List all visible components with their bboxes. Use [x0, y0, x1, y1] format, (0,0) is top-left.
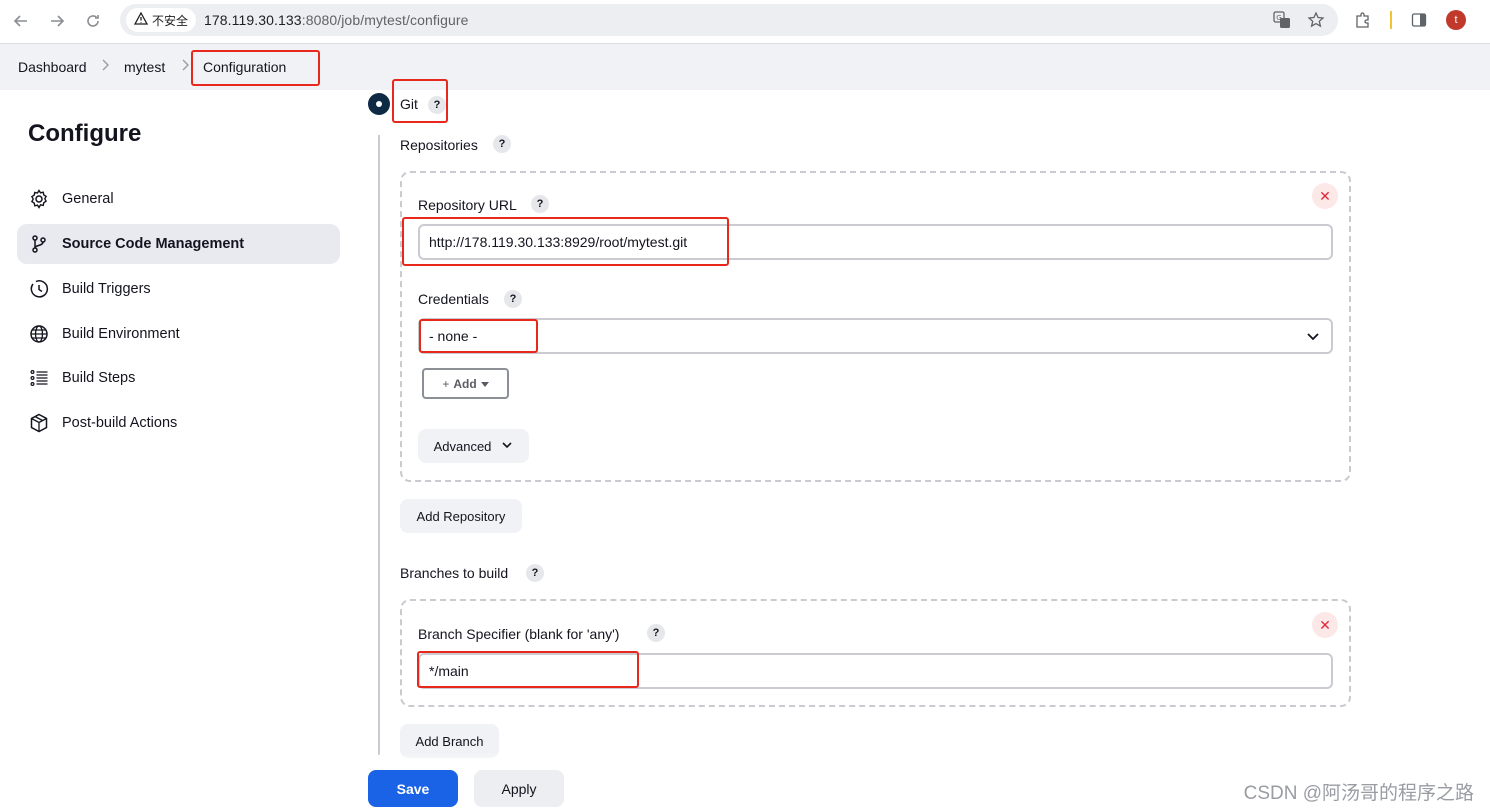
git-option-label: Git	[400, 96, 418, 112]
branches-label: Branches to build	[400, 565, 509, 581]
chevron-down-icon	[501, 439, 513, 454]
sidebar-item-build-triggers[interactable]: Build Triggers	[17, 269, 340, 309]
reload-icon[interactable]	[80, 9, 106, 33]
repository-url-help-icon[interactable]: ?	[531, 195, 549, 213]
security-chip[interactable]: 不安全	[126, 8, 197, 32]
branch-icon	[28, 233, 50, 255]
url-path: :8080/job/mytest/configure	[301, 12, 469, 28]
sidebar-item-build-environment[interactable]: Build Environment	[17, 314, 340, 354]
repositories-label: Repositories	[400, 137, 478, 153]
back-icon[interactable]	[8, 9, 34, 33]
repository-url-label: Repository URL	[418, 197, 517, 213]
sidebar-item-label: Build Environment	[62, 326, 180, 342]
credentials-help-icon[interactable]: ?	[504, 290, 522, 308]
package-icon	[28, 412, 50, 434]
chevron-down-icon	[1305, 328, 1321, 344]
repositories-help-icon[interactable]: ?	[493, 135, 511, 153]
credentials-select[interactable]: - none -	[418, 318, 1333, 354]
credentials-selected-value: - none -	[429, 328, 478, 344]
svg-text:G: G	[1276, 14, 1281, 22]
git-help-icon[interactable]: ?	[428, 96, 446, 114]
plus-icon: +	[442, 376, 450, 391]
advanced-label: Advanced	[433, 438, 492, 454]
warning-icon	[133, 11, 149, 28]
list-icon	[28, 367, 50, 389]
git-radio[interactable]	[368, 93, 390, 115]
caret-down-icon	[480, 377, 489, 391]
sidebar-item-label: Build Triggers	[62, 281, 151, 297]
browser-toolbar: 不安全 178.119.30.133:8080/job/mytest/confi…	[0, 0, 1490, 44]
branch-specifier-help-icon[interactable]: ?	[647, 624, 665, 642]
credentials-label: Credentials	[418, 291, 489, 307]
branch-specifier-label: Branch Specifier (blank for 'any')	[418, 626, 620, 642]
clock-icon	[28, 278, 50, 300]
sidebar-item-source-code-management[interactable]: Source Code Management	[17, 224, 340, 264]
sidebar-item-general[interactable]: General	[17, 179, 340, 219]
add-repository-button[interactable]: Add Repository	[400, 499, 522, 533]
apply-button[interactable]: Apply	[474, 770, 564, 807]
sidebar-item-label: General	[62, 191, 114, 207]
breadcrumb-dashboard[interactable]: Dashboard	[18, 59, 87, 75]
sidebar-item-label: Source Code Management	[62, 236, 245, 252]
sidebar-item-label: Post-build Actions	[62, 415, 178, 431]
security-label: 不安全	[152, 13, 189, 28]
sidebar-item-label: Build Steps	[62, 370, 136, 386]
add-credentials-label: Add	[453, 376, 477, 391]
sidebar-item-build-steps[interactable]: Build Steps	[17, 358, 340, 398]
globe-icon	[28, 323, 50, 345]
translate-icon[interactable]: G	[1272, 10, 1292, 30]
delete-branch-button[interactable]: ✕	[1312, 612, 1338, 638]
breadcrumb-job[interactable]: mytest	[124, 59, 165, 75]
toolbar-divider	[1390, 11, 1392, 29]
breadcrumb-configuration[interactable]: Configuration	[203, 59, 286, 75]
branch-specifier-input[interactable]: */main	[418, 653, 1333, 689]
sidebar-item-post-build-actions[interactable]: Post-build Actions	[17, 403, 340, 443]
section-divider	[378, 135, 380, 755]
save-button[interactable]: Save	[368, 770, 458, 807]
advanced-button[interactable]: Advanced	[418, 429, 529, 463]
extensions-icon[interactable]	[1352, 9, 1374, 31]
delete-repository-button[interactable]: ✕	[1312, 183, 1338, 209]
watermark: CSDN @阿汤哥的程序之路	[1243, 783, 1474, 804]
chevron-right-icon	[100, 58, 110, 75]
page-title: Configure	[28, 120, 142, 147]
chevron-right-icon	[180, 58, 190, 75]
url-text: 178.119.30.133:8080/job/mytest/configure	[204, 12, 469, 28]
star-icon[interactable]	[1306, 10, 1326, 30]
repository-url-input[interactable]: http://178.119.30.133:8929/root/mytest.g…	[418, 224, 1333, 260]
gear-icon	[28, 188, 50, 210]
forward-icon[interactable]	[44, 9, 70, 33]
profile-avatar[interactable]: t	[1446, 10, 1466, 30]
url-host: 178.119.30.133	[204, 12, 302, 28]
branches-help-icon[interactable]: ?	[526, 564, 544, 582]
add-credentials-button[interactable]: + Add	[422, 368, 509, 399]
address-bar[interactable]: 不安全 178.119.30.133:8080/job/mytest/confi…	[120, 4, 1338, 36]
side-panel-icon[interactable]	[1408, 9, 1430, 31]
breadcrumb: Dashboard mytest Configuration	[0, 44, 1490, 90]
